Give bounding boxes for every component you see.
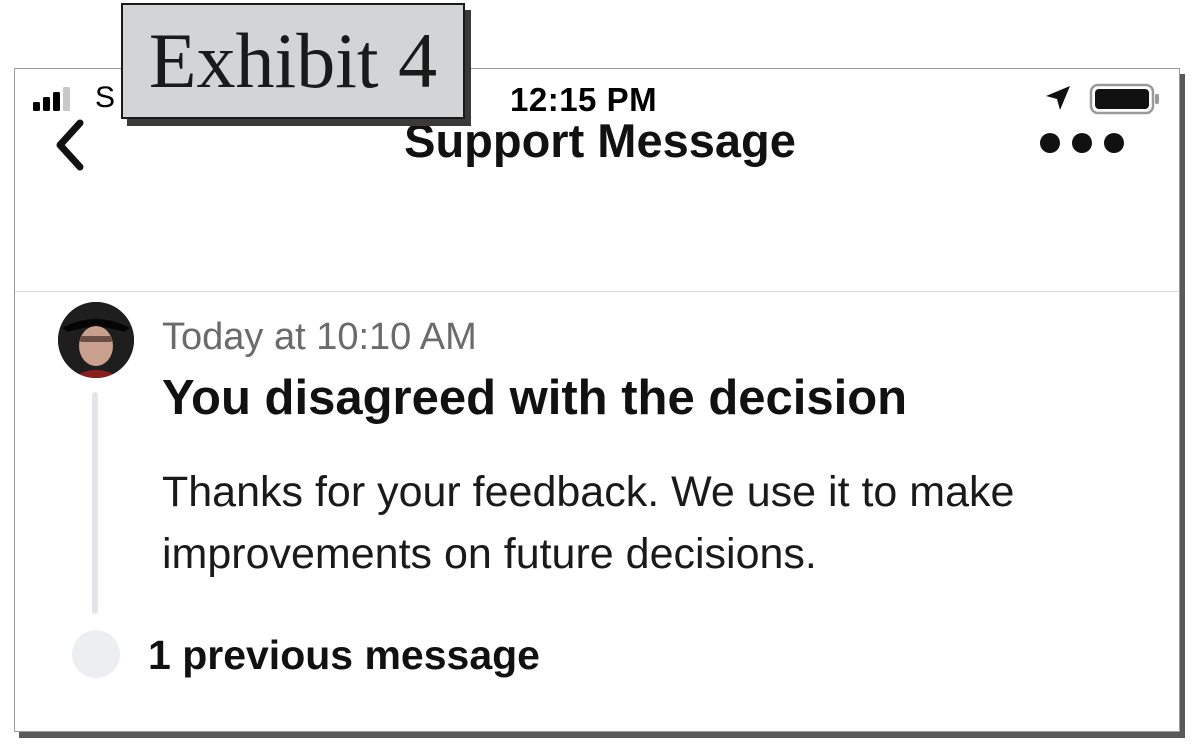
message-body: Thanks for your feedback. We use it to m… — [162, 468, 1015, 578]
location-arrow-icon — [1046, 86, 1070, 110]
timeline-dot — [72, 630, 120, 678]
previous-message-link[interactable]: 1 previous message — [148, 632, 540, 679]
avatar — [58, 302, 134, 378]
carrier-name: S — [95, 81, 116, 114]
message-headline: You disagreed with the decision — [162, 371, 908, 425]
exhibit-label-text: Exhibit 4 — [148, 17, 438, 104]
more-dots-icon[interactable] — [1040, 133, 1124, 155]
message-timestamp: Today at 10:10 AM — [162, 316, 477, 358]
battery-icon — [1089, 83, 1159, 115]
signal-bars-icon — [33, 87, 81, 111]
page-title: Support Message — [404, 114, 796, 167]
exhibit-label: Exhibit 4 — [121, 3, 465, 119]
timeline-line — [92, 392, 98, 614]
